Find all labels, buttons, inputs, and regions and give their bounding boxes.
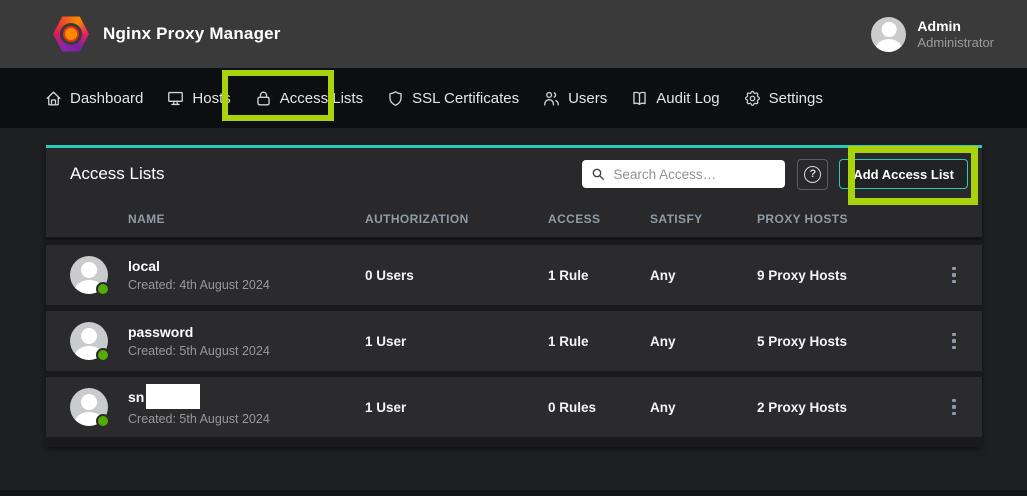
nav-item-settings[interactable]: Settings <box>743 89 823 108</box>
row-actions-menu[interactable] <box>926 399 982 416</box>
nav-item-dashboard[interactable]: Dashboard <box>44 89 143 108</box>
online-status-dot <box>96 348 110 362</box>
user-avatar[interactable] <box>871 17 906 52</box>
app-title: Nginx Proxy Manager <box>103 24 281 44</box>
panel-header: Access Lists ? Add Access List <box>46 148 982 200</box>
redaction-box <box>146 384 200 409</box>
nav-label: Audit Log <box>656 90 719 107</box>
column-header-name: NAME <box>128 212 365 226</box>
authorization-value: 1 User <box>365 334 548 349</box>
page-title: Access Lists <box>70 164 582 184</box>
help-button[interactable]: ? <box>797 159 828 190</box>
access-list-name: sn <box>128 389 144 406</box>
lock-icon <box>254 89 273 108</box>
nav-item-users[interactable]: Users <box>542 89 607 108</box>
users-icon <box>542 89 561 108</box>
nav-item-ssl-certificates[interactable]: SSL Certificates <box>386 89 519 108</box>
access-list-name: password <box>128 324 193 341</box>
proxy-hosts-value: 2 Proxy Hosts <box>757 400 926 415</box>
authorization-value: 0 Users <box>365 268 548 283</box>
table-row[interactable]: local Created: 4th August 2024 0 Users 1… <box>46 245 982 305</box>
main-nav: Dashboard Hosts Access Lists SSL Certifi… <box>0 68 1027 128</box>
nginx-proxy-manager-app: Nginx Proxy Manager Admin Administrator … <box>0 0 1027 496</box>
monitor-icon <box>166 89 185 108</box>
search-icon <box>590 166 606 182</box>
nav-label: Hosts <box>192 90 230 107</box>
created-date: Created: 5th August 2024 <box>128 344 365 358</box>
nav-label: Dashboard <box>70 90 143 107</box>
user-role: Administrator <box>917 35 994 51</box>
window-bottom-edge <box>0 490 1027 496</box>
table-row[interactable]: sn Created: 5th August 2024 1 User 0 Rul… <box>46 377 982 437</box>
satisfy-value: Any <box>650 268 757 283</box>
user-menu[interactable]: Admin Administrator <box>871 0 994 68</box>
created-date: Created: 4th August 2024 <box>128 278 365 292</box>
table-body: local Created: 4th August 2024 0 Users 1… <box>46 240 982 447</box>
access-list-name: local <box>128 258 160 275</box>
authorization-value: 1 User <box>365 400 548 415</box>
home-icon <box>44 89 63 108</box>
nav-label: SSL Certificates <box>412 90 519 107</box>
satisfy-value: Any <box>650 400 757 415</box>
nav-item-hosts[interactable]: Hosts <box>166 89 230 108</box>
column-header-authorization: AUTHORIZATION <box>365 212 548 226</box>
access-value: 1 Rule <box>548 268 650 283</box>
npm-hexagon-logo-icon <box>52 15 90 53</box>
table-row[interactable]: password Created: 5th August 2024 1 User… <box>46 311 982 371</box>
proxy-hosts-value: 5 Proxy Hosts <box>757 334 926 349</box>
nav-label: Users <box>568 90 607 107</box>
column-header-proxy-hosts: PROXY HOSTS <box>757 212 926 226</box>
search-input[interactable] <box>613 167 777 182</box>
created-date: Created: 5th August 2024 <box>128 412 365 426</box>
user-name: Admin <box>917 18 994 35</box>
shield-icon <box>386 89 405 108</box>
access-value: 0 Rules <box>548 400 650 415</box>
online-status-dot <box>96 414 110 428</box>
book-icon <box>630 89 649 108</box>
nav-label: Access Lists <box>280 90 363 107</box>
kebab-menu-icon <box>952 267 956 284</box>
kebab-menu-icon <box>952 399 956 416</box>
table-header-row: NAME AUTHORIZATION ACCESS SATISFY PROXY … <box>46 200 982 240</box>
proxy-hosts-value: 9 Proxy Hosts <box>757 268 926 283</box>
row-actions-menu[interactable] <box>926 333 982 350</box>
satisfy-value: Any <box>650 334 757 349</box>
kebab-menu-icon <box>952 333 956 350</box>
gear-icon <box>743 89 762 108</box>
add-access-list-button[interactable]: Add Access List <box>839 159 968 189</box>
nav-label: Settings <box>769 90 823 107</box>
help-icon: ? <box>804 166 821 183</box>
column-header-satisfy: SATISFY <box>650 212 757 226</box>
nav-item-audit-log[interactable]: Audit Log <box>630 89 719 108</box>
column-header-access: ACCESS <box>548 212 650 226</box>
nav-item-access-lists[interactable]: Access Lists <box>254 89 363 108</box>
search-box <box>582 160 785 188</box>
access-value: 1 Rule <box>548 334 650 349</box>
row-actions-menu[interactable] <box>926 267 982 284</box>
app-header: Nginx Proxy Manager Admin Administrator <box>0 0 1027 68</box>
online-status-dot <box>96 282 110 296</box>
access-lists-panel: Access Lists ? Add Access List NAME AUTH… <box>46 145 982 447</box>
